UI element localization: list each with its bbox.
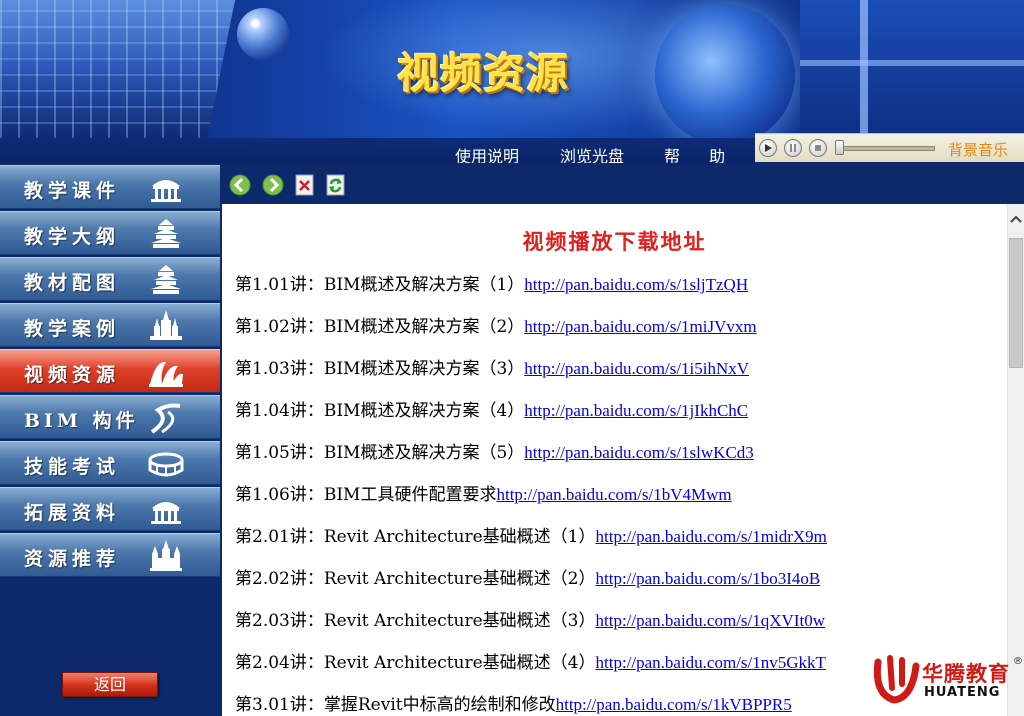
download-link[interactable]: http://pan.baidu.com/s/1bV4Mwm xyxy=(496,485,731,504)
scroll-up-arrow-icon[interactable] xyxy=(1008,212,1024,226)
lecture-label: 第2.03讲：Revit Architecture基础概述（3） xyxy=(235,611,596,631)
list-item: 第2.01讲：Revit Architecture基础概述（1）http://p… xyxy=(235,522,827,547)
list-item: 第1.06讲：BIM工具硬件配置要求http://pan.baidu.com/s… xyxy=(235,480,732,505)
volume-slider-handle[interactable] xyxy=(835,140,844,155)
scrollbar-thumb[interactable] xyxy=(1009,238,1023,368)
toolbar xyxy=(222,163,1024,204)
lecture-label: 第1.01讲：BIM概述及解决方案（1） xyxy=(235,275,525,295)
sidebar-item-label: 教学大纲 xyxy=(24,226,121,248)
castle-icon xyxy=(150,310,182,340)
refresh-icon[interactable] xyxy=(326,174,346,196)
sidebar-item-label: 教学课件 xyxy=(24,180,121,202)
sidebar-item-video-resources[interactable]: 视频资源 xyxy=(0,349,220,393)
sidebar-item-courseware[interactable]: 教学课件 xyxy=(0,165,220,209)
download-link[interactable]: http://pan.baidu.com/s/1midrX9m xyxy=(596,527,827,546)
sidebar-item-skill-exam[interactable]: 技能考试 xyxy=(0,441,220,485)
download-link[interactable]: http://pan.baidu.com/s/1nv5GkkT xyxy=(596,653,826,672)
vertical-scrollbar[interactable] xyxy=(1007,204,1024,716)
lecture-label: 第2.01讲：Revit Architecture基础概述（1） xyxy=(235,527,596,547)
list-item: 第2.02讲：Revit Architecture基础概述（2）http://p… xyxy=(235,564,820,589)
forward-arrow-icon[interactable] xyxy=(262,174,284,196)
sidebar-item-syllabus[interactable]: 教学大纲 xyxy=(0,211,220,255)
download-link[interactable]: http://pan.baidu.com/s/1kVBPPR5 xyxy=(556,695,792,714)
back-arrow-icon[interactable] xyxy=(229,174,251,196)
lecture-label: 第1.04讲：BIM概述及解决方案（4） xyxy=(235,401,525,421)
banner-globe-image xyxy=(655,5,795,145)
cathedral-icon xyxy=(150,540,182,571)
sidebar-item-recommended-resources[interactable]: 资源推荐 xyxy=(0,533,220,577)
sidebar-item-extended-materials[interactable]: 拓展资料 xyxy=(0,487,220,531)
sidebar-item-label: 拓展资料 xyxy=(24,502,121,524)
sidebar-item-label: 技能考试 xyxy=(24,456,121,478)
huateng-logo: 华腾教育 HUATENG ® xyxy=(872,652,1023,712)
opera-house-icon xyxy=(149,361,183,387)
page-title: 视频资源 xyxy=(397,49,570,98)
lecture-label: 第3.01讲：掌握Revit中标高的绘制和修改 xyxy=(235,695,556,715)
download-link[interactable]: http://pan.baidu.com/s/1slwKCd3 xyxy=(524,443,754,462)
lecture-label: 第2.04讲：Revit Architecture基础概述（4） xyxy=(235,653,596,673)
download-link[interactable]: http://pan.baidu.com/s/1qXVIt0w xyxy=(596,611,825,630)
logo-name-en: HUATENG xyxy=(924,685,1001,700)
list-item: 第2.03讲：Revit Architecture基础概述（3）http://p… xyxy=(235,606,825,631)
sidebar-item-label: 资源推荐 xyxy=(24,548,121,570)
highway-icon xyxy=(150,403,181,434)
lecture-label: 第2.02讲：Revit Architecture基础概述（2） xyxy=(235,569,596,589)
list-item: 第1.02讲：BIM概述及解决方案（2）http://pan.baidu.com… xyxy=(235,312,757,337)
banner-building-image xyxy=(0,0,235,140)
pause-button[interactable] xyxy=(784,139,802,157)
sidebar-item-label: 教材配图 xyxy=(24,272,121,294)
stop-page-icon[interactable] xyxy=(295,174,315,196)
content-title: 视频播放下载地址 xyxy=(522,229,707,254)
lecture-label: 第1.05讲：BIM概述及解决方案（5） xyxy=(235,443,525,463)
volume-track[interactable] xyxy=(838,146,935,151)
lecture-label: 第1.03讲：BIM概述及解决方案（3） xyxy=(235,359,525,379)
play-button[interactable] xyxy=(759,139,777,157)
banner-bubble-image xyxy=(237,8,289,60)
list-item: 第1.03讲：BIM概述及解决方案（3）http://pan.baidu.com… xyxy=(235,354,749,379)
list-item: 第1.01讲：BIM概述及解决方案（1）http://pan.baidu.com… xyxy=(235,270,748,295)
sidebar-item-textbook-figures[interactable]: 教材配图 xyxy=(0,257,220,301)
back-button[interactable]: 返回 xyxy=(62,672,158,697)
huateng-logo-mark-icon xyxy=(873,655,920,704)
lecture-label: 第1.06讲：BIM工具硬件配置要求 xyxy=(235,485,497,505)
list-item: 第3.01讲：掌握Revit中标高的绘制和修改http://pan.baidu.… xyxy=(235,690,792,715)
stop-button[interactable] xyxy=(809,139,827,157)
sidebar-item-label: 视频资源 xyxy=(24,364,121,386)
building-icon xyxy=(151,502,181,524)
download-link[interactable]: http://pan.baidu.com/s/1bo3I4oB xyxy=(596,569,821,588)
download-link[interactable]: http://pan.baidu.com/s/1jIkhChC xyxy=(524,401,748,420)
play-icon xyxy=(765,144,772,152)
logo-name-cn: 华腾教育 xyxy=(922,662,1010,686)
temple-icon xyxy=(151,219,181,248)
sidebar: 教学课件 教学大纲 教材配图 教学案例 视频资源 BIM 构件 技能考试 拓展资… xyxy=(0,163,222,716)
list-item: 第1.04讲：BIM概述及解决方案（4）http://pan.baidu.com… xyxy=(235,396,748,421)
lecture-label: 第1.02讲：BIM概述及解决方案（2） xyxy=(235,317,525,337)
temple-icon xyxy=(151,265,181,294)
list-item: 第2.04讲：Revit Architecture基础概述（4）http://p… xyxy=(235,648,826,673)
building-icon xyxy=(151,180,181,202)
download-link[interactable]: http://pan.baidu.com/s/1i5ihNxV xyxy=(524,359,749,378)
download-link[interactable]: http://pan.baidu.com/s/1sljTzQH xyxy=(524,275,748,294)
list-item: 第1.05讲：BIM概述及解决方案（5）http://pan.baidu.com… xyxy=(235,438,754,463)
stop-icon xyxy=(815,145,821,151)
banner-bridge-image xyxy=(800,0,1024,140)
sidebar-item-bim-components[interactable]: BIM 构件 xyxy=(0,395,220,439)
pause-icon xyxy=(790,144,796,152)
music-label: 背景音乐 xyxy=(948,141,1009,159)
download-link[interactable]: http://pan.baidu.com/s/1miJVvxm xyxy=(524,317,756,336)
registered-mark: ® xyxy=(1013,656,1023,667)
sidebar-item-label: 教学案例 xyxy=(24,318,121,340)
sidebar-item-label: BIM 构件 xyxy=(24,410,139,432)
stadium-icon xyxy=(148,452,184,477)
video-link-list: 视频播放下载地址 第1.01讲：BIM概述及解决方案（1）http://pan.… xyxy=(222,204,1007,716)
sidebar-item-teaching-cases[interactable]: 教学案例 xyxy=(0,303,220,347)
